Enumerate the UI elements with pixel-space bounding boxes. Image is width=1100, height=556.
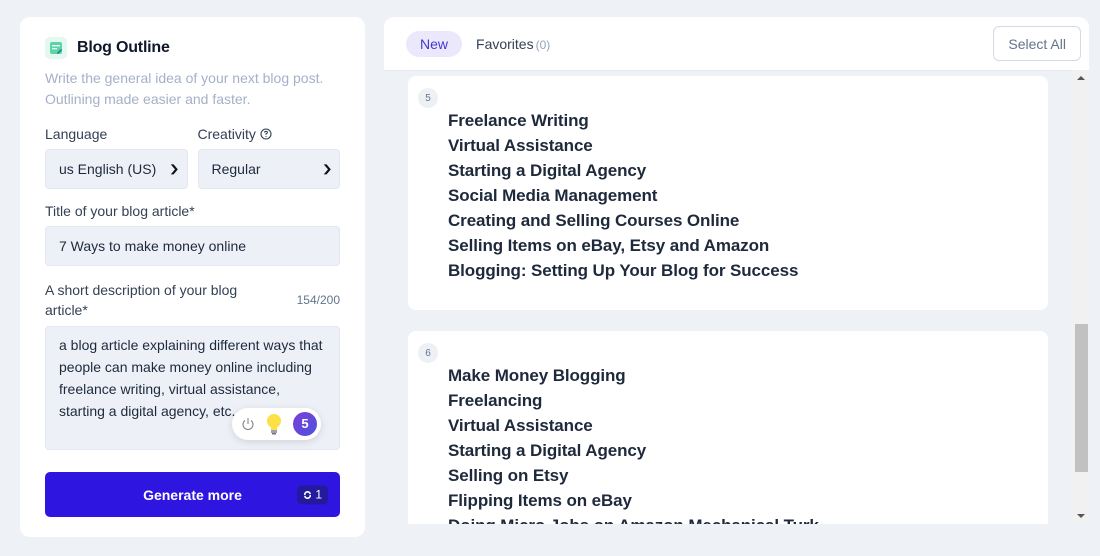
help-circle-icon[interactable]	[260, 128, 272, 140]
outline-item: Starting a Digital Agency	[448, 441, 647, 460]
language-label: Language	[45, 126, 188, 142]
language-value: us English (US)	[59, 161, 157, 177]
power-icon[interactable]	[241, 417, 255, 431]
outline-item: Virtual Assistance	[448, 416, 593, 435]
outline-item: Freelancing	[448, 391, 543, 410]
outline-list: Freelance Writing Virtual Assistance Sta…	[448, 108, 1038, 283]
outline-item: Selling on Etsy	[448, 466, 569, 485]
creativity-label: Creativity	[198, 126, 341, 142]
title-label: Title of your blog article*	[45, 203, 195, 219]
result-card[interactable]: 6 Make Money Blogging Freelancing Virtua…	[408, 331, 1048, 524]
character-counter: 154/200	[296, 293, 340, 307]
result-number: 5	[418, 88, 438, 108]
results-panel: New Favorites (0) Select All 5 Freelance …	[384, 17, 1089, 524]
credit-chip: 1	[297, 485, 328, 504]
result-card[interactable]: 5 Freelance Writing Virtual Assistance S…	[408, 76, 1048, 310]
tab-new[interactable]: New	[406, 30, 463, 57]
chevron-down-icon: ❯	[321, 163, 333, 175]
generate-more-label: Generate more	[143, 486, 242, 503]
outline-list: Make Money Blogging Freelancing Virtual …	[448, 363, 1038, 524]
credit-count: 1	[315, 487, 322, 502]
blog-outline-form: Blog Outline Write the general idea of y…	[20, 17, 365, 537]
chevron-down-icon: ❯	[168, 163, 180, 175]
tab-favorites[interactable]: Favorites (0)	[476, 36, 550, 52]
outline-item: Virtual Assistance	[448, 136, 593, 155]
language-field: Language us English (US) ❯	[45, 126, 188, 189]
generate-more-button[interactable]: Generate more 1	[45, 472, 340, 517]
tab-favorites-label: Favorites	[476, 35, 534, 52]
creativity-field: Creativity Regular ❯	[197, 126, 341, 189]
form-header: Blog Outline	[45, 37, 340, 59]
edit-document-icon	[45, 37, 67, 59]
results-scrollbar[interactable]	[1073, 70, 1089, 524]
page-title: Blog Outline	[77, 39, 170, 56]
favorites-count: (0)	[535, 37, 551, 52]
results-scroll-area: 5 Freelance Writing Virtual Assistance S…	[384, 71, 1089, 524]
results-toolbar: New Favorites (0) Select All	[384, 17, 1089, 71]
scroll-up-arrow-icon[interactable]	[1077, 76, 1085, 80]
scrollbar-thumb[interactable]	[1075, 324, 1088, 472]
outline-item: Freelance Writing	[448, 111, 589, 130]
title-input[interactable]: 7 Ways to make money online	[45, 226, 340, 266]
title-field: Title of your blog article* 7 Ways to ma…	[45, 203, 340, 266]
description-header: A short description of your blog article…	[45, 280, 340, 320]
outline-item: Make Money Blogging	[448, 366, 626, 385]
description-text: a blog article explaining different ways…	[59, 337, 323, 419]
language-label-text: Language	[45, 126, 108, 142]
result-number: 6	[418, 343, 438, 363]
language-select[interactable]: us English (US) ❯	[45, 149, 188, 189]
outline-item: Selling Items on eBay, Etsy and Amazon	[448, 236, 770, 255]
select-all-button[interactable]: Select All	[993, 26, 1081, 61]
description-textarea[interactable]: a blog article explaining different ways…	[45, 326, 340, 450]
creativity-label-text: Creativity	[197, 126, 256, 142]
description-label: A short description of your blog article…	[45, 282, 238, 318]
page-subtitle: Write the general idea of your next blog…	[45, 70, 324, 107]
outline-item: Creating and Selling Courses Online	[448, 211, 740, 230]
outline-item: Blogging: Setting Up Your Blog for Succe…	[448, 261, 799, 280]
creativity-value: Regular	[211, 161, 261, 177]
assist-toolbar: 5	[232, 408, 321, 440]
scroll-down-arrow-icon[interactable]	[1077, 514, 1085, 518]
creativity-select[interactable]: Regular ❯	[197, 149, 340, 189]
outline-item: Social Media Management	[448, 186, 658, 205]
outline-item: Starting a Digital Agency	[448, 161, 647, 180]
lightbulb-icon[interactable]	[265, 413, 283, 435]
refresh-icon	[304, 490, 312, 499]
count-badge[interactable]: 5	[293, 412, 317, 436]
outline-item: Doing Micro Jobs on Amazon Mechanical Tu…	[448, 513, 1038, 524]
outline-item: Flipping Items on eBay	[448, 491, 632, 510]
